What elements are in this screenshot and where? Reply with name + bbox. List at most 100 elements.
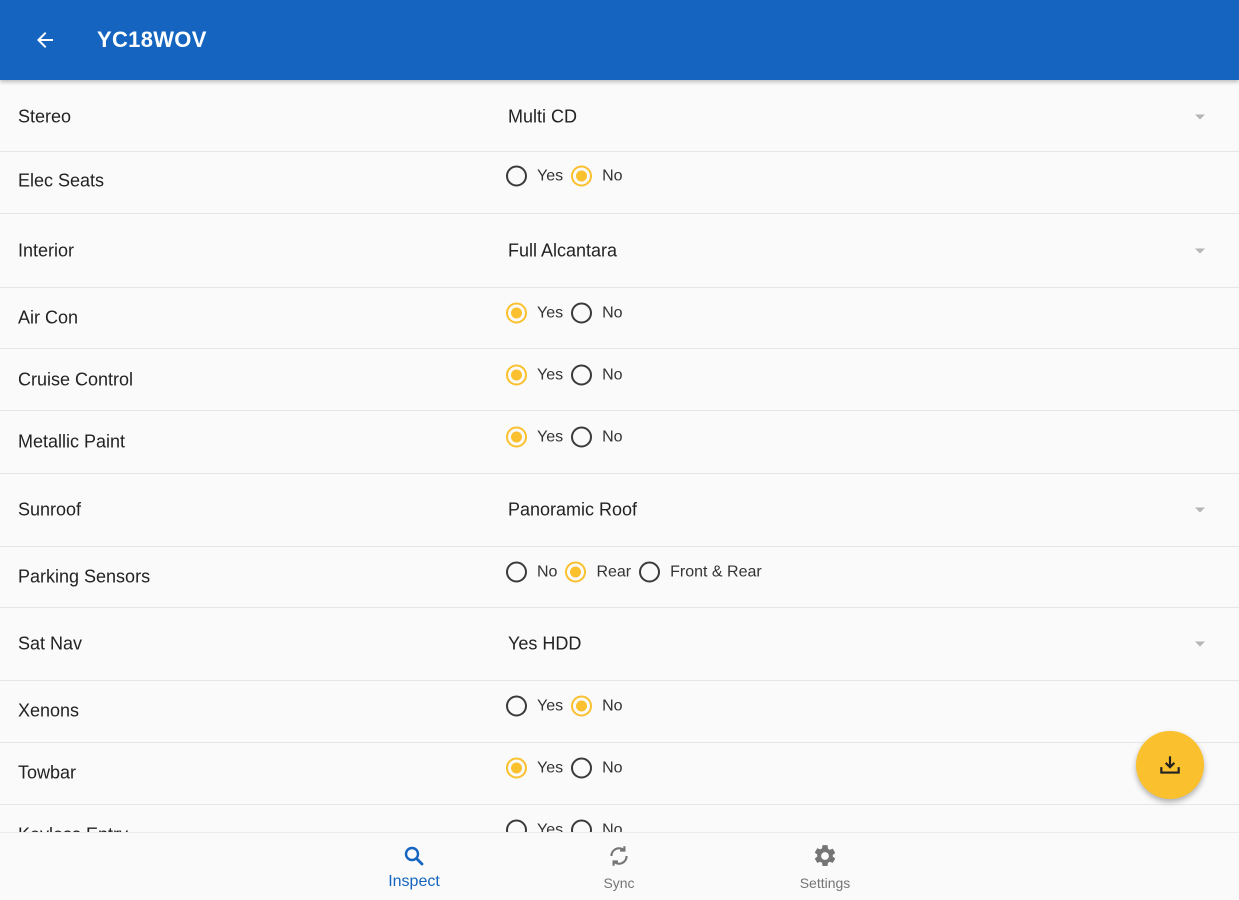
row-label: Air Con (18, 307, 79, 328)
radio-label: Yes (537, 167, 564, 184)
list-row-sunroof[interactable]: Sunroof Panoramic Roof (0, 474, 1239, 547)
dropdown-value[interactable]: Panoramic Roof (508, 500, 637, 521)
row-label: Stereo (18, 106, 72, 127)
radio-label: No (602, 821, 623, 832)
radio-button[interactable] (506, 165, 527, 187)
radio-button[interactable] (506, 426, 527, 448)
radio-button[interactable] (506, 302, 527, 324)
list-row-xenons: Xenons Yes No (0, 681, 1239, 743)
radio-button[interactable] (571, 364, 593, 386)
radio-button[interactable] (571, 695, 593, 717)
radio-label: Yes (537, 759, 564, 776)
radio-option-no[interactable]: No (571, 364, 623, 386)
radio-button[interactable] (571, 819, 593, 832)
radio-option-no[interactable]: No (571, 819, 623, 832)
radio-label: No (602, 697, 623, 714)
radio-label: Yes (537, 697, 564, 714)
list-row-cruise-control: Cruise Control Yes No (0, 349, 1239, 411)
radio-option-no[interactable]: No (571, 757, 623, 779)
gear-icon (814, 845, 836, 866)
row-label: Sat Nav (18, 633, 83, 654)
radio-option-no[interactable]: No (571, 302, 623, 324)
radio-option-yes[interactable]: Yes (506, 302, 564, 324)
page-title: YC18WOV (97, 27, 207, 52)
radio-option-no[interactable]: No (506, 561, 558, 583)
radio-label: Yes (537, 821, 564, 832)
list-row-towbar: Towbar Yes No (0, 743, 1239, 805)
radio-group: Yes No (506, 165, 631, 187)
row-label: Cruise Control (18, 369, 134, 390)
radio-option-yes[interactable]: Yes (506, 757, 564, 779)
list-row-sat-nav[interactable]: Sat Nav Yes HDD (0, 608, 1239, 681)
radio-label: No (602, 428, 623, 445)
search-icon (404, 846, 424, 866)
row-label: Towbar (18, 762, 77, 783)
radio-button[interactable] (506, 819, 527, 832)
nav-item-inspect[interactable]: Inspect (344, 833, 484, 900)
nav-label-sync: Sync (603, 875, 635, 891)
nav-label-settings: Settings (799, 875, 851, 891)
radio-label: Yes (537, 428, 564, 445)
radio-option-yes[interactable]: Yes (506, 695, 564, 717)
radio-button[interactable] (571, 426, 593, 448)
dropdown-arrow-icon[interactable] (1195, 114, 1205, 120)
radio-option-no[interactable]: No (571, 426, 623, 448)
radio-button[interactable] (506, 695, 527, 717)
row-label: Elec Seats (18, 170, 105, 191)
radio-option-no[interactable]: No (571, 165, 623, 187)
row-label: Parking Sensors (18, 566, 151, 587)
radio-label: No (602, 759, 623, 776)
sync-icon (610, 846, 628, 866)
radio-button[interactable] (571, 757, 593, 779)
radio-label: No (537, 563, 558, 580)
radio-button[interactable] (639, 561, 661, 583)
radio-button[interactable] (571, 165, 593, 187)
back-button[interactable] (25, 20, 65, 60)
radio-group: Yes No (506, 426, 631, 448)
row-label: Interior (18, 240, 75, 261)
row-label: Xenons (18, 700, 80, 721)
dropdown-value[interactable]: Multi CD (508, 107, 577, 128)
radio-option-front-and-rear[interactable]: Front & Rear (639, 561, 762, 583)
radio-label: No (602, 366, 623, 383)
nav-item-sync[interactable]: Sync (549, 833, 689, 900)
radio-button[interactable] (565, 561, 587, 583)
list-row-keyless-entry: Keyless Entry Yes No (0, 805, 1239, 832)
radio-button[interactable] (506, 757, 527, 779)
download-icon (1160, 756, 1180, 774)
radio-button[interactable] (506, 364, 527, 386)
dropdown-arrow-icon[interactable] (1195, 641, 1205, 647)
list-row-metallic-paint: Metallic Paint Yes No (0, 411, 1239, 474)
radio-button[interactable] (571, 302, 593, 324)
radio-group: Yes No (506, 364, 631, 386)
radio-label: Yes (537, 304, 564, 321)
radio-label: No (602, 167, 623, 184)
bottom-navigation: Inspect Sync Settings (0, 832, 1239, 900)
radio-option-yes[interactable]: Yes (506, 165, 564, 187)
radio-button[interactable] (506, 561, 527, 583)
dropdown-value[interactable]: Yes HDD (508, 634, 581, 655)
radio-option-no[interactable]: No (571, 695, 623, 717)
feature-list[interactable]: Stereo Multi CD Elec Seats Yes No Interior Ful… (0, 80, 1239, 832)
radio-group: Yes No (506, 302, 631, 324)
radio-option-rear[interactable]: Rear (565, 561, 631, 583)
radio-option-yes[interactable]: Yes (506, 364, 563, 386)
radio-group: No Rear Front & Rear (506, 561, 770, 583)
row-label: Metallic Paint (18, 431, 126, 452)
list-row-interior[interactable]: Interior Full Alcantara (0, 214, 1239, 288)
download-fab-button[interactable] (1136, 731, 1204, 799)
radio-label: Front & Rear (670, 563, 762, 580)
nav-item-settings[interactable]: Settings (755, 833, 895, 900)
radio-group: Yes No (506, 695, 631, 717)
dropdown-value[interactable]: Full Alcantara (508, 241, 617, 262)
list-row-air-con: Air Con Yes No (0, 288, 1239, 349)
radio-option-yes[interactable]: Yes (506, 819, 564, 832)
list-row-elec-seats: Elec Seats Yes No (0, 152, 1239, 214)
dropdown-arrow-icon[interactable] (1195, 507, 1205, 513)
nav-label-inspect: Inspect (388, 873, 440, 890)
list-row-stereo[interactable]: Stereo Multi CD (0, 80, 1239, 152)
radio-option-yes[interactable]: Yes (506, 426, 564, 448)
app-bar: YC18WOV (0, 0, 1239, 80)
radio-group: Yes No (506, 819, 631, 832)
dropdown-arrow-icon[interactable] (1195, 248, 1205, 254)
